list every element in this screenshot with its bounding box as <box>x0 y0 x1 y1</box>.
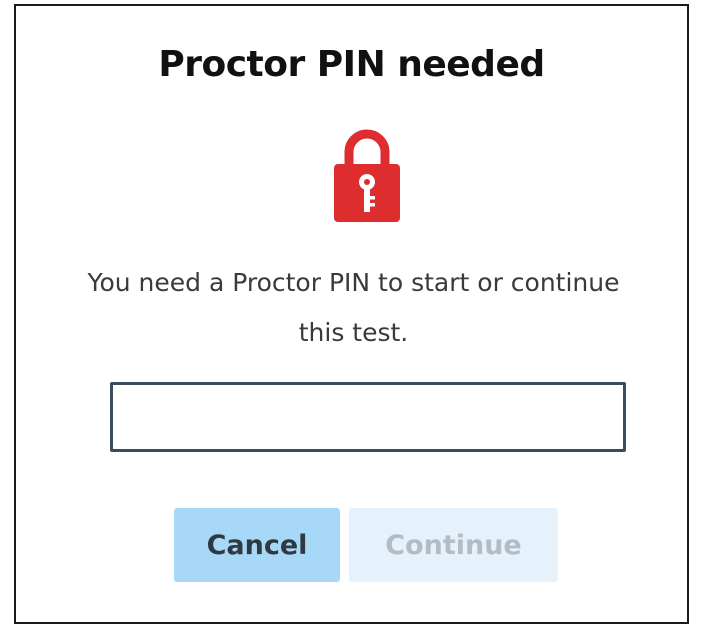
dialog-message: You need a Proctor PIN to start or conti… <box>87 268 620 347</box>
lock-key-icon <box>334 129 400 222</box>
cancel-button[interactable]: Cancel <box>174 508 340 582</box>
continue-button[interactable]: Continue <box>349 508 558 582</box>
proctor-pin-dialog: Proctor PIN needed You need a Proctor PI… <box>14 4 689 624</box>
proctor-pin-input[interactable] <box>110 382 626 452</box>
dialog-title: Proctor PIN needed <box>158 44 545 85</box>
